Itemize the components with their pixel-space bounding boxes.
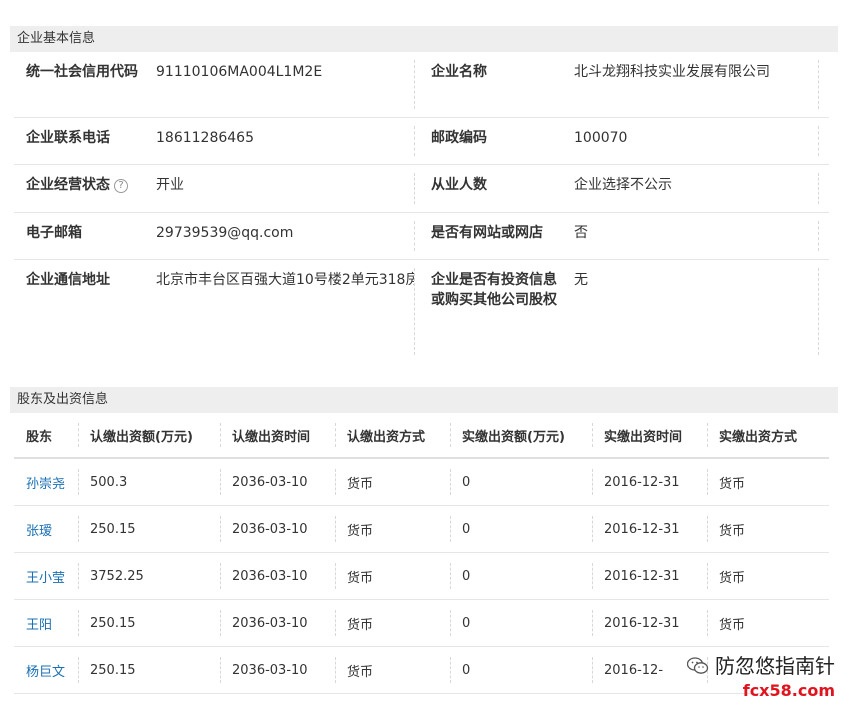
table-cell: 0 [450,600,592,646]
section-header-shareholders: 股东及出资信息 [10,387,838,413]
table-cell: 3752.25 [78,553,220,599]
table-row: 王小莹 3752.25 2036-03-10 货币 0 2016-12-31 货币 [14,553,829,600]
column-header: 实缴出资方式 [707,413,829,457]
column-divider [818,268,819,355]
column-divider [818,221,819,251]
table-cell: 货币 [335,553,450,599]
info-label: 企业联系电话 [26,130,110,146]
section-title: 企业基本信息 [17,31,96,46]
table-cell: 2036-03-10 [220,459,335,505]
info-label: 企业名称 [431,64,487,80]
info-value: 91110106MA004L1M2E [156,64,323,80]
shareholder-name-link[interactable]: 王阳 [14,600,78,646]
table-cell: 货币 [707,459,829,505]
info-value: 18611286465 [156,130,254,146]
column-divider [818,126,819,156]
info-label: 企业通信地址 [26,272,110,288]
watermark-text: 防忽悠指南针 [715,654,835,678]
basic-info-table: 统一社会信用代码 91110106MA004L1M2E 企业名称 北斗龙翔科技实… [14,52,829,363]
table-cell: 货币 [335,647,450,693]
info-label-text: 企业经营状态 [26,177,110,193]
table-row: 张瑷 250.15 2036-03-10 货币 0 2016-12-31 货币 [14,506,829,553]
table-cell: 2036-03-10 [220,553,335,599]
shareholder-name-link[interactable]: 张瑷 [14,506,78,552]
info-label: 企业是否有投资信息或购买其他公司股权 [431,272,557,308]
watermark: 防忽悠指南针 fcx58.com [686,650,835,700]
column-divider [818,60,819,109]
shareholder-name-link[interactable]: 王小莹 [14,553,78,599]
table-row: 孙崇尧 500.3 2036-03-10 货币 0 2016-12-31 货币 [14,459,829,506]
table-cell: 250.15 [78,647,220,693]
info-row: 企业经营状态? 开业 从业人数 企业选择不公示 [14,165,829,213]
info-value: 开业 [156,177,184,193]
info-label: 电子邮箱 [26,225,82,241]
table-cell: 货币 [335,506,450,552]
table-cell: 货币 [335,459,450,505]
table-cell: 2016-12-31 [592,459,707,505]
info-row: 企业通信地址 北京市丰台区百强大道10号楼2单元318房 企业是否有投资信息或购… [14,260,829,363]
table-cell: 250.15 [78,600,220,646]
table-cell: 0 [450,459,592,505]
table-cell: 2016-12-31 [592,553,707,599]
table-cell: 货币 [335,600,450,646]
info-value: 北京市丰台区百强大道10号楼2单元318房 [156,272,414,288]
table-cell: 货币 [707,600,829,646]
shareholder-name-link[interactable]: 孙崇尧 [14,459,78,505]
column-header: 实缴出资时间 [592,413,707,457]
table-cell: 250.15 [78,506,220,552]
table-header-row: 股东 认缴出资额(万元) 认缴出资时间 认缴出资方式 实缴出资额(万元) 实缴出… [14,413,829,459]
info-label: 从业人数 [431,177,487,193]
help-icon[interactable]: ? [114,179,128,193]
info-label: 统一社会信用代码 [26,64,138,80]
info-label: 是否有网站或网店 [431,225,543,241]
table-cell: 0 [450,506,592,552]
section-header-basic-info: 企业基本信息 [10,26,838,52]
table-cell: 2036-03-10 [220,506,335,552]
info-value: 企业选择不公示 [574,177,672,193]
info-row: 统一社会信用代码 91110106MA004L1M2E 企业名称 北斗龙翔科技实… [14,52,829,118]
wechat-icon [686,656,709,674]
info-label: 企业经营状态? [14,165,144,212]
info-value: 无 [574,272,588,288]
column-divider [818,173,819,204]
column-header: 认缴出资时间 [220,413,335,457]
shareholder-name-link[interactable]: 杨巨文 [14,647,78,693]
info-value: 100070 [574,130,628,146]
column-header: 认缴出资额(万元) [78,413,220,457]
info-label: 邮政编码 [431,130,487,146]
table-cell: 500.3 [78,459,220,505]
watermark-url: fcx58.com [742,681,835,700]
table-cell: 0 [450,553,592,599]
section-title: 股东及出资信息 [17,392,109,407]
table-cell: 2036-03-10 [220,600,335,646]
info-row: 企业联系电话 18611286465 邮政编码 100070 [14,118,829,165]
watermark-title: 防忽悠指南针 [686,650,835,679]
column-header: 股东 [26,429,53,445]
table-cell: 货币 [707,506,829,552]
table-cell: 2016-12-31 [592,506,707,552]
table-cell: 2036-03-10 [220,647,335,693]
table-cell: 2016-12-31 [592,600,707,646]
table-row: 王阳 250.15 2036-03-10 货币 0 2016-12-31 货币 [14,600,829,647]
info-value: 29739539@qq.com [156,225,294,241]
table-cell: 0 [450,647,592,693]
info-value: 否 [574,225,588,241]
table-cell: 货币 [707,553,829,599]
column-header: 认缴出资方式 [335,413,450,457]
info-row: 电子邮箱 29739539@qq.com 是否有网站或网店 否 [14,213,829,260]
column-header: 实缴出资额(万元) [450,413,592,457]
info-value: 北斗龙翔科技实业发展有限公司 [574,64,770,80]
